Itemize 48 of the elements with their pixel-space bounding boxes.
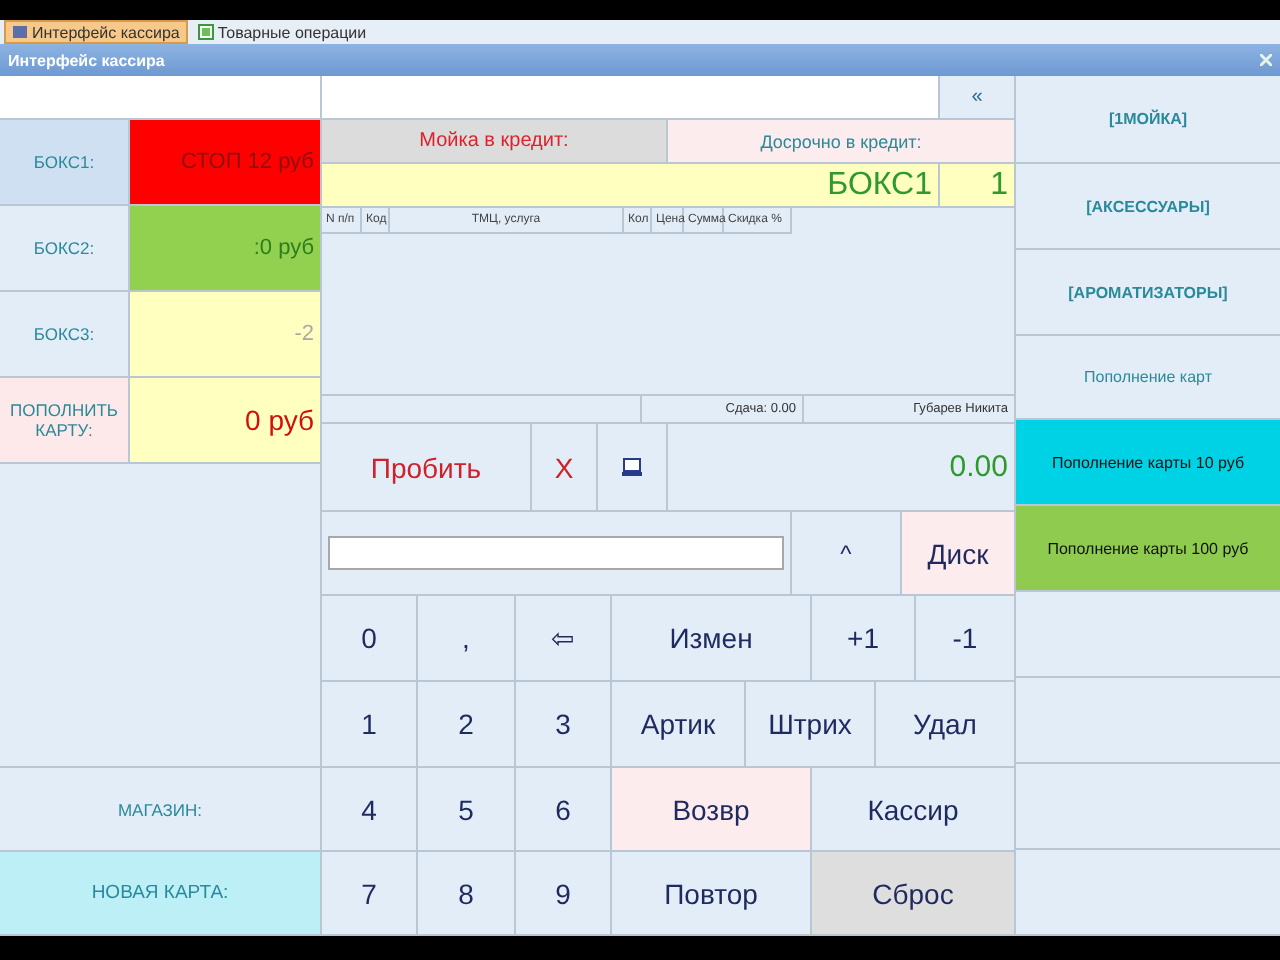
menu-button[interactable]: Пополнение карты 10 руб: [1014, 420, 1280, 506]
keypad-key[interactable]: 0: [322, 596, 418, 680]
keypad-key[interactable]: -1: [916, 596, 1014, 680]
box-value: СТОП 12 руб: [130, 120, 320, 204]
empty-menu-button[interactable]: [1014, 678, 1280, 764]
amount-field[interactable]: [328, 536, 784, 570]
topup-label[interactable]: ПОПОЛНИТЬ КАРТУ:: [0, 378, 130, 462]
post-button[interactable]: Пробить: [322, 424, 532, 510]
monitor-icon: [622, 458, 642, 476]
keypad-key[interactable]: 7: [322, 852, 418, 934]
menu-button[interactable]: Пополнение карты 100 руб: [1014, 506, 1280, 592]
tab[interactable]: Товарные операции: [191, 20, 373, 44]
cancel-button[interactable]: X: [532, 424, 598, 510]
current-box: БОКС1: [322, 164, 940, 206]
tab-icon: [197, 24, 214, 40]
empty-menu-button[interactable]: [1014, 764, 1280, 850]
keypad-key[interactable]: ,: [418, 596, 516, 680]
keypad-key[interactable]: Удал: [876, 682, 1014, 766]
box-value: :0 руб: [130, 206, 320, 290]
keypad-key[interactable]: 9: [516, 852, 612, 934]
keypad-key[interactable]: Возвр: [612, 768, 812, 850]
store-label: МАГАЗИН:: [117, 799, 203, 819]
keypad-key[interactable]: ⇦: [516, 596, 612, 680]
discount-button[interactable]: Диск: [902, 512, 1014, 594]
keypad-key[interactable]: +1: [812, 596, 916, 680]
keypad-key[interactable]: 2: [418, 682, 516, 766]
keypad-key[interactable]: Штрих: [746, 682, 876, 766]
tab-icon: [12, 24, 28, 40]
search-field[interactable]: [322, 76, 940, 118]
box-value: -2: [130, 292, 320, 376]
keypad-key[interactable]: Сброс: [812, 852, 1014, 934]
keypad-key[interactable]: 4: [322, 768, 418, 850]
empty-menu-button[interactable]: [1014, 592, 1280, 678]
collapse-button[interactable]: «: [940, 76, 1014, 118]
keypad-key[interactable]: 5: [418, 768, 516, 850]
keypad-key[interactable]: Артик: [612, 682, 746, 766]
close-icon[interactable]: [1260, 54, 1272, 66]
keypad-key[interactable]: 8: [418, 852, 516, 934]
current-count: 1: [988, 165, 1010, 205]
early-credit-button[interactable]: Досрочно в кредит:: [668, 120, 1014, 162]
keypad-key[interactable]: 1: [322, 682, 418, 766]
keypad-key[interactable]: 3: [516, 682, 612, 766]
topup-value: 0 руб: [130, 378, 320, 462]
tab[interactable]: Интерфейс кассира: [4, 20, 188, 44]
keypad-key[interactable]: Измен: [612, 596, 812, 680]
window-title: Интерфейс кассира: [8, 51, 165, 69]
keypad-key[interactable]: Кассир: [812, 768, 1014, 850]
total-amount: 0.00: [947, 448, 1010, 488]
